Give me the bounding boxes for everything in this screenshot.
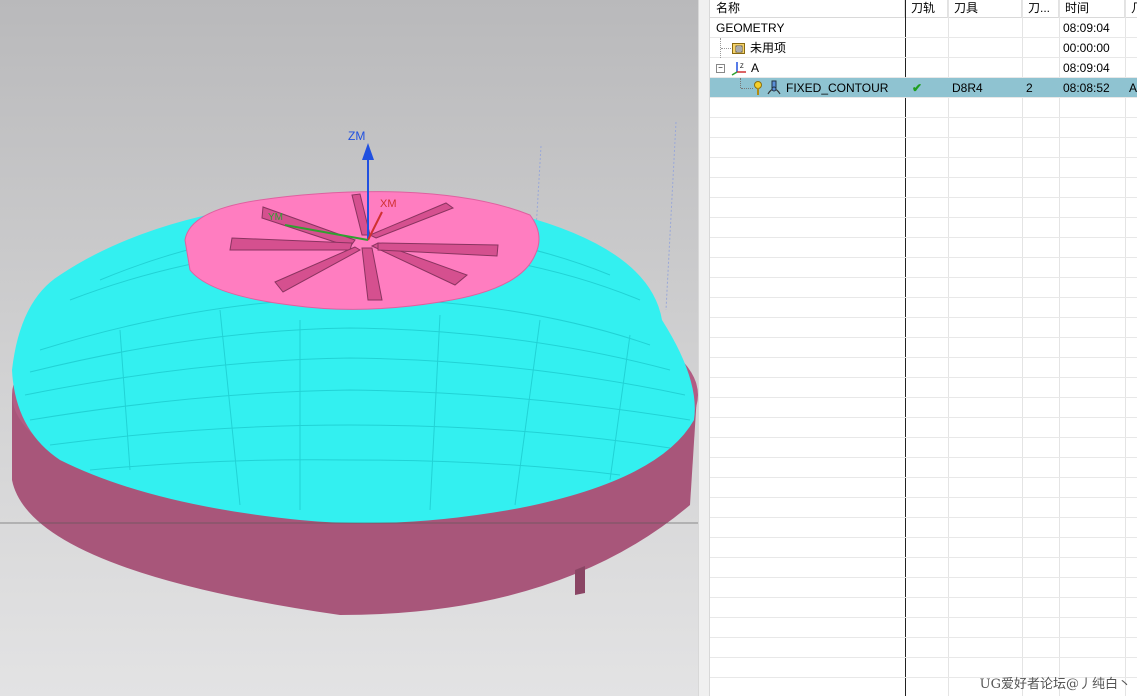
mcs-geometry-icon: Z [731, 60, 747, 79]
row-name: GEOMETRY [716, 21, 785, 35]
row-tool: D8R4 [952, 81, 983, 95]
empty-row [710, 638, 1137, 658]
row-name: A [751, 61, 760, 75]
column-header-name[interactable]: 名称 [710, 0, 905, 18]
column-header-toolpath[interactable]: 刀轨 [905, 0, 948, 18]
empty-row [710, 138, 1137, 158]
row-geometry: A [1129, 81, 1137, 95]
row-name: FIXED_CONTOUR [786, 81, 889, 95]
operation-navigator: 名称 刀轨 刀具 刀... 时间 几 GEOMETRY 08:09:04 未用项… [710, 0, 1137, 696]
tree-row-unused[interactable]: 未用项 00:00:00 [710, 38, 1137, 58]
row-time: 00:00:00 [1063, 41, 1110, 55]
unused-folder-icon [732, 42, 746, 58]
z-axis-arrow [362, 143, 374, 160]
empty-row [710, 518, 1137, 538]
part-notch [575, 566, 585, 595]
empty-row [710, 338, 1137, 358]
empty-row [710, 198, 1137, 218]
empty-row [710, 238, 1137, 258]
status-warning-icon [754, 80, 762, 99]
tree-line [741, 88, 753, 90]
y-axis-label: YM [268, 212, 283, 223]
empty-row [710, 398, 1137, 418]
empty-row [710, 318, 1137, 338]
row-tool-number: 2 [1026, 81, 1033, 95]
empty-row [710, 578, 1137, 598]
empty-row [710, 178, 1137, 198]
empty-row [710, 538, 1137, 558]
tree-row-geometry[interactable]: GEOMETRY 08:09:04 [710, 18, 1137, 38]
empty-row [710, 258, 1137, 278]
collapse-toggle-icon[interactable]: − [716, 64, 725, 73]
empty-row [710, 438, 1137, 458]
tree-line [740, 78, 742, 88]
z-axis-label: ZM [348, 129, 365, 143]
tree-line [721, 48, 731, 50]
row-time: 08:08:52 [1063, 81, 1110, 95]
watermark: UG爱好者论坛@丿纯白丶 [979, 677, 1131, 692]
svg-text:Z: Z [740, 64, 744, 70]
empty-row [710, 158, 1137, 178]
column-header-geometry[interactable]: 几 [1125, 0, 1137, 18]
graphics-viewport[interactable]: ZM XM YM [0, 0, 698, 696]
row-name: 未用项 [750, 41, 787, 55]
empty-row [710, 378, 1137, 398]
empty-row [710, 598, 1137, 618]
row-time: 08:09:04 [1063, 21, 1110, 35]
column-header-tool[interactable]: 刀具 [948, 0, 1022, 18]
empty-row [710, 458, 1137, 478]
column-header-time[interactable]: 时间 [1059, 0, 1125, 18]
tree-row-fixed-contour[interactable]: FIXED_CONTOUR ✔ D8R4 2 08:08:52 A [710, 78, 1137, 98]
empty-row [710, 558, 1137, 578]
empty-row [710, 478, 1137, 498]
empty-row [710, 118, 1137, 138]
empty-row [710, 218, 1137, 238]
tree-row-mcs-a[interactable]: − Z A 08:09:04 [710, 58, 1137, 78]
fixed-contour-operation-icon [766, 80, 782, 99]
empty-row [710, 98, 1137, 118]
empty-row [710, 618, 1137, 638]
x-axis-label: XM [380, 198, 397, 210]
part-model-view: ZM XM YM [0, 121, 698, 615]
sketch-line [665, 121, 677, 311]
pane-splitter[interactable] [698, 0, 710, 696]
empty-row [710, 278, 1137, 298]
sketch-line [535, 145, 542, 231]
empty-row [710, 358, 1137, 378]
toolpath-generated-check-icon: ✔ [912, 81, 923, 95]
row-time: 08:09:04 [1063, 61, 1110, 75]
empty-row [710, 418, 1137, 438]
empty-row [710, 498, 1137, 518]
column-header-tool-number[interactable]: 刀... [1022, 0, 1059, 18]
empty-row [710, 298, 1137, 318]
